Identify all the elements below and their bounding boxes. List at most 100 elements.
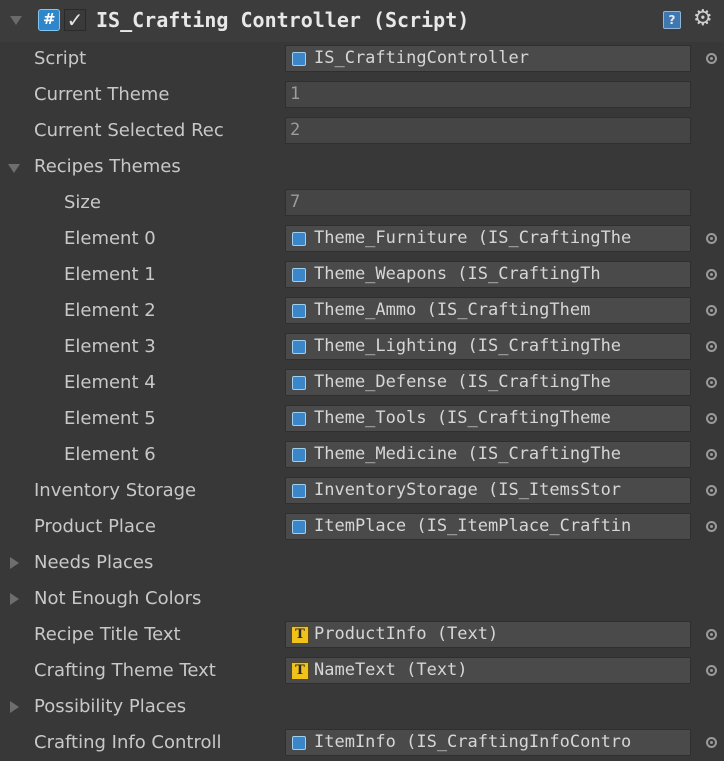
- object-picker-icon[interactable]: [706, 413, 717, 424]
- element-field[interactable]: Theme_Lighting (IS_CraftingThe: [285, 333, 691, 360]
- component-enabled-checkbox[interactable]: ✓: [64, 9, 86, 31]
- object-picker-icon[interactable]: [706, 53, 717, 64]
- field-label: Script: [34, 48, 87, 69]
- crafting-theme-text-field[interactable]: T NameText (Text): [285, 657, 691, 684]
- field-row-element: Element 3 Theme_Lighting (IS_CraftingThe: [0, 329, 724, 365]
- foldout-collapsed-icon[interactable]: [10, 593, 19, 605]
- foldout-collapsed-icon[interactable]: [10, 701, 19, 713]
- field-value: NameText (Text): [314, 660, 468, 680]
- scriptable-object-icon: [292, 376, 306, 390]
- scriptable-object-icon: [292, 232, 306, 246]
- field-row-element: Element 0 Theme_Furniture (IS_CraftingTh…: [0, 221, 724, 257]
- field-label: Product Place: [34, 516, 156, 537]
- csharp-script-icon: [38, 9, 60, 31]
- product-place-field[interactable]: ItemPlace (IS_ItemPlace_Craftin: [285, 513, 691, 540]
- foldout-arrow-icon[interactable]: [10, 16, 22, 25]
- field-value: Theme_Defense (IS_CraftingThe: [314, 372, 611, 392]
- field-row-current-theme: Current Theme 1: [0, 77, 724, 113]
- help-icon[interactable]: ?: [663, 11, 681, 29]
- crafting-info-controller-field[interactable]: ItemInfo (IS_CraftingInfoContro: [285, 729, 691, 756]
- field-row-product-place: Product Place ItemPlace (IS_ItemPlace_Cr…: [0, 509, 724, 545]
- object-picker-icon[interactable]: [706, 269, 717, 280]
- field-row-crafting-info-controller: Crafting Info Controll ItemInfo (IS_Craf…: [0, 725, 724, 761]
- component-header: ✓ IS_Crafting Controller (Script) ? ⚙: [0, 0, 724, 42]
- field-label[interactable]: Recipes Themes: [34, 156, 181, 177]
- text-component-icon: T: [291, 626, 309, 644]
- field-row-element: Element 2 Theme_Ammo (IS_CraftingThem: [0, 293, 724, 329]
- field-row-element: Element 6 Theme_Medicine (IS_CraftingThe: [0, 437, 724, 473]
- field-label: Element 6: [64, 444, 156, 465]
- field-label: Current Selected Rec: [34, 120, 224, 141]
- object-picker-icon[interactable]: [706, 485, 717, 496]
- field-label: Element 3: [64, 336, 156, 357]
- object-picker-icon[interactable]: [706, 665, 717, 676]
- element-field[interactable]: Theme_Weapons (IS_CraftingTh: [285, 261, 691, 288]
- field-value: Theme_Lighting (IS_CraftingThe: [314, 336, 622, 356]
- field-row-current-selected-rec: Current Selected Rec 2: [0, 113, 724, 149]
- field-label: Current Theme: [34, 84, 170, 105]
- field-row-inventory-storage: Inventory Storage InventoryStorage (IS_I…: [0, 473, 724, 509]
- field-label: Element 1: [64, 264, 156, 285]
- field-row-possibility-places[interactable]: Possibility Places: [0, 689, 724, 725]
- field-row-element: Element 4 Theme_Defense (IS_CraftingThe: [0, 365, 724, 401]
- field-value: IS_CraftingController: [314, 48, 529, 68]
- object-picker-icon[interactable]: [706, 377, 717, 388]
- foldout-collapsed-icon[interactable]: [10, 557, 19, 569]
- field-row-recipe-title-text: Recipe Title Text T ProductInfo (Text): [0, 617, 724, 653]
- field-value: ItemInfo (IS_CraftingInfoContro: [314, 732, 632, 752]
- inventory-storage-field[interactable]: InventoryStorage (IS_ItemsStor: [285, 477, 691, 504]
- field-label[interactable]: Not Enough Colors: [34, 588, 201, 609]
- object-picker-icon[interactable]: [706, 341, 717, 352]
- element-field[interactable]: Theme_Furniture (IS_CraftingThe: [285, 225, 691, 252]
- size-input[interactable]: 7: [285, 189, 691, 216]
- element-field[interactable]: Theme_Medicine (IS_CraftingThe: [285, 441, 691, 468]
- field-label: Element 2: [64, 300, 156, 321]
- foldout-expanded-icon[interactable]: [8, 164, 20, 173]
- field-label: Size: [64, 192, 101, 213]
- field-value: Theme_Ammo (IS_CraftingThem: [314, 300, 591, 320]
- object-picker-icon[interactable]: [706, 521, 717, 532]
- current-selected-rec-input[interactable]: 2: [285, 117, 691, 144]
- text-component-icon: T: [291, 662, 309, 680]
- field-label: Element 0: [64, 228, 156, 249]
- script-field[interactable]: IS_CraftingController: [285, 45, 691, 72]
- field-label: Crafting Info Controll: [34, 732, 222, 753]
- current-theme-input[interactable]: 1: [285, 81, 691, 108]
- field-value: InventoryStorage (IS_ItemsStor: [314, 480, 622, 500]
- scriptable-object-icon: [292, 304, 306, 318]
- field-value: Theme_Weapons (IS_CraftingTh: [314, 264, 601, 284]
- component-ref-icon: [292, 736, 306, 750]
- field-row-element: Element 1 Theme_Weapons (IS_CraftingTh: [0, 257, 724, 293]
- field-label[interactable]: Possibility Places: [34, 696, 186, 717]
- gear-icon[interactable]: ⚙: [693, 6, 713, 31]
- component-ref-icon: [292, 484, 306, 498]
- object-picker-icon[interactable]: [706, 305, 717, 316]
- field-row-element: Element 5 Theme_Tools (IS_CraftingTheme: [0, 401, 724, 437]
- field-label[interactable]: Needs Places: [34, 552, 153, 573]
- field-label: Element 5: [64, 408, 156, 429]
- scriptable-object-icon: [292, 268, 306, 282]
- object-picker-icon[interactable]: [706, 233, 717, 244]
- element-field[interactable]: Theme_Defense (IS_CraftingThe: [285, 369, 691, 396]
- field-row-needs-places[interactable]: Needs Places: [0, 545, 724, 581]
- scriptable-object-icon: [292, 412, 306, 426]
- object-picker-icon[interactable]: [706, 449, 717, 460]
- field-row-recipes-themes[interactable]: Recipes Themes: [0, 149, 724, 185]
- component-title: IS_Crafting Controller (Script): [96, 8, 470, 32]
- field-label: Inventory Storage: [34, 480, 197, 501]
- field-row-script: Script IS_CraftingController: [0, 41, 724, 77]
- object-picker-icon[interactable]: [706, 737, 717, 748]
- element-field[interactable]: Theme_Ammo (IS_CraftingThem: [285, 297, 691, 324]
- field-label: Crafting Theme Text: [34, 660, 216, 681]
- field-value: Theme_Tools (IS_CraftingTheme: [314, 408, 611, 428]
- field-row-not-enough-colors[interactable]: Not Enough Colors: [0, 581, 724, 617]
- element-field[interactable]: Theme_Tools (IS_CraftingTheme: [285, 405, 691, 432]
- field-label: Element 4: [64, 372, 156, 393]
- recipe-title-text-field[interactable]: T ProductInfo (Text): [285, 621, 691, 648]
- field-value: Theme_Medicine (IS_CraftingThe: [314, 444, 622, 464]
- object-picker-icon[interactable]: [706, 629, 717, 640]
- field-label: Recipe Title Text: [34, 624, 181, 645]
- field-value: ItemPlace (IS_ItemPlace_Craftin: [314, 516, 632, 536]
- field-value: 1: [290, 84, 301, 104]
- field-value: ProductInfo (Text): [314, 624, 499, 644]
